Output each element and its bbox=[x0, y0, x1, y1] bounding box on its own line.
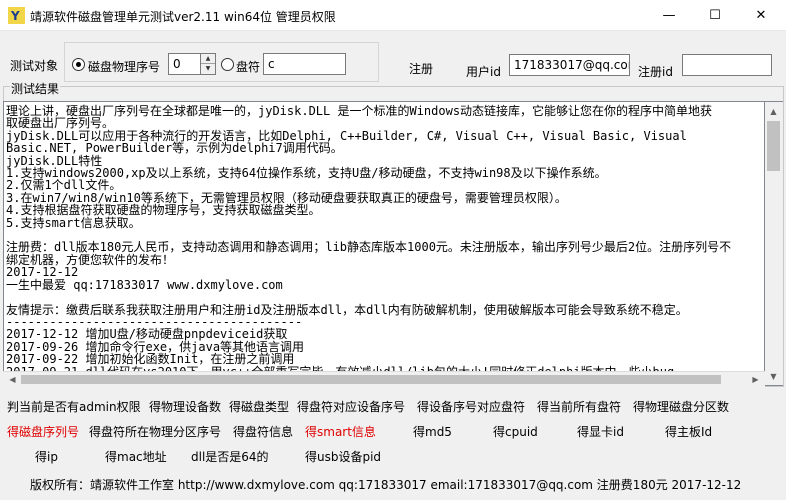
result-line bbox=[6, 291, 762, 303]
scroll-right-icon[interactable]: ▶ bbox=[747, 372, 764, 387]
physical-disk-number-input[interactable]: 0 bbox=[168, 53, 201, 75]
app-window: Y 靖源软件磁盘管理单元测试ver2.11 win64位 管理员权限 — ☐ ✕… bbox=[0, 0, 786, 500]
register-id-label: 注册id bbox=[638, 65, 673, 79]
motherboard-id-button[interactable]: 得主板Id bbox=[665, 423, 712, 440]
result-line: Basic.NET, PowerBuilder等，示例为delphi7调用代码。 bbox=[6, 141, 343, 156]
scroll-up-icon[interactable]: ▲ bbox=[765, 103, 782, 120]
spin-up-icon[interactable]: ▲ bbox=[201, 54, 215, 64]
minimize-icon: — bbox=[662, 7, 676, 23]
all-drives-button[interactable]: 得当前所有盘符 bbox=[537, 398, 621, 415]
result-line: 2.仅需1个dll文件。 bbox=[6, 178, 122, 193]
user-id-input[interactable]: 171833017@qq.com bbox=[509, 54, 630, 76]
drive-letter-input[interactable]: c bbox=[263, 53, 346, 75]
result-line: 2017-09-22 增加初始化函数Init，在注册之前调用 bbox=[6, 352, 295, 367]
drive-info-button[interactable]: 得盘符信息 bbox=[233, 423, 293, 440]
scroll-down-icon[interactable]: ▼ bbox=[765, 368, 782, 385]
admin-check-button[interactable]: 判当前是否有admin权限 bbox=[7, 398, 141, 415]
results-textarea[interactable]: 理论上讲，硬盘出厂序列号在全球都是唯一的，jyDisk.DLL 是一个标准的Wi… bbox=[3, 101, 765, 386]
physical-disk-radio[interactable] bbox=[72, 58, 85, 71]
vertical-scrollbar[interactable]: ▲ ▼ bbox=[765, 101, 783, 386]
register-id-input[interactable] bbox=[682, 54, 772, 76]
scroll-left-icon[interactable]: ◀ bbox=[4, 372, 21, 387]
disk-serial-button[interactable]: 得磁盘序列号 bbox=[7, 423, 79, 440]
user-id-label: 用户id bbox=[466, 65, 501, 79]
result-line: 5.支持smart信息获取。 bbox=[6, 215, 141, 230]
vertical-scroll-thumb[interactable] bbox=[767, 121, 780, 171]
result-line: 绑定机器，方便您软件的发布！ bbox=[6, 252, 175, 267]
drive-letter-label[interactable]: 盘符 bbox=[236, 58, 260, 75]
horizontal-scrollbar[interactable]: ◀ ▶ bbox=[3, 371, 765, 387]
device-index-to-drive-button[interactable]: 得设备序号对应盘符 bbox=[417, 398, 525, 415]
drive-to-device-index-button[interactable]: 得盘符对应设备序号 bbox=[297, 398, 405, 415]
close-icon: ✕ bbox=[755, 7, 767, 23]
drive-partition-index-button[interactable]: 得盘符所在物理分区序号 bbox=[89, 423, 221, 440]
usb-pid-button[interactable]: 得usb设备pid bbox=[305, 448, 381, 465]
result-line: 取硬盘出厂序列号。 bbox=[6, 116, 115, 131]
smart-info-button[interactable]: 得smart信息 bbox=[305, 423, 376, 440]
copyright-footer: 版权所有：靖源软件工作室 http://www.dxmylove.com qq:… bbox=[30, 478, 742, 492]
test-target-label: 测试对象 bbox=[10, 59, 59, 73]
window-title: 靖源软件磁盘管理单元测试ver2.11 win64位 管理员权限 bbox=[30, 10, 336, 24]
md5-button[interactable]: 得md5 bbox=[413, 423, 452, 440]
title-bar[interactable]: Y 靖源软件磁盘管理单元测试ver2.11 win64位 管理员权限 — ☐ ✕ bbox=[0, 0, 786, 31]
spin-down-icon[interactable]: ▼ bbox=[201, 64, 215, 74]
mac-address-button[interactable]: 得mac地址 bbox=[105, 448, 167, 465]
svg-text:Y: Y bbox=[10, 9, 20, 23]
result-line: 4.支持根据盘符获取硬盘的物理序号，支持获取磁盘类型。 bbox=[6, 203, 321, 218]
result-line: 一生中最爱 qq:171833017 www.dxmylove.com bbox=[6, 277, 283, 292]
physical-disk-label[interactable]: 磁盘物理序号 bbox=[88, 58, 160, 75]
app-logo-icon: Y bbox=[8, 7, 25, 24]
ip-button[interactable]: 得ip bbox=[35, 448, 58, 465]
dll-64bit-button[interactable]: dll是否是64的 bbox=[191, 448, 269, 465]
physical-disk-spinner[interactable]: ▲ ▼ bbox=[200, 53, 216, 75]
gpu-id-button[interactable]: 得显卡id bbox=[577, 423, 624, 440]
result-line: 理论上讲，硬盘出厂序列号在全球都是唯一的，jyDisk.DLL 是一个标准的Wi… bbox=[6, 104, 713, 118]
result-line: 2017-12-12 增加U盘/移动硬盘pnpdeviceid获取 bbox=[6, 327, 288, 342]
test-results-legend: 测试结果 bbox=[10, 80, 61, 97]
horizontal-scroll-thumb[interactable] bbox=[21, 375, 721, 384]
result-line: 注册费：dll版本180元人民币，支持动态调用和静态调用；lib静态库版本100… bbox=[6, 240, 732, 255]
drive-letter-radio[interactable] bbox=[221, 58, 234, 71]
maximize-button[interactable]: ☐ bbox=[692, 0, 738, 30]
result-line: 2017-12-12 bbox=[6, 265, 79, 280]
partition-count-button[interactable]: 得物理磁盘分区数 bbox=[633, 398, 729, 415]
disk-type-button[interactable]: 得磁盘类型 bbox=[229, 398, 289, 415]
physical-device-count-button[interactable]: 得物理设备数 bbox=[149, 398, 221, 415]
close-button[interactable]: ✕ bbox=[738, 0, 784, 30]
minimize-button[interactable]: — bbox=[646, 0, 692, 30]
maximize-icon: ☐ bbox=[709, 7, 721, 23]
cpuid-button[interactable]: 得cpuid bbox=[493, 423, 538, 440]
register-button[interactable]: 注册 bbox=[409, 60, 433, 77]
